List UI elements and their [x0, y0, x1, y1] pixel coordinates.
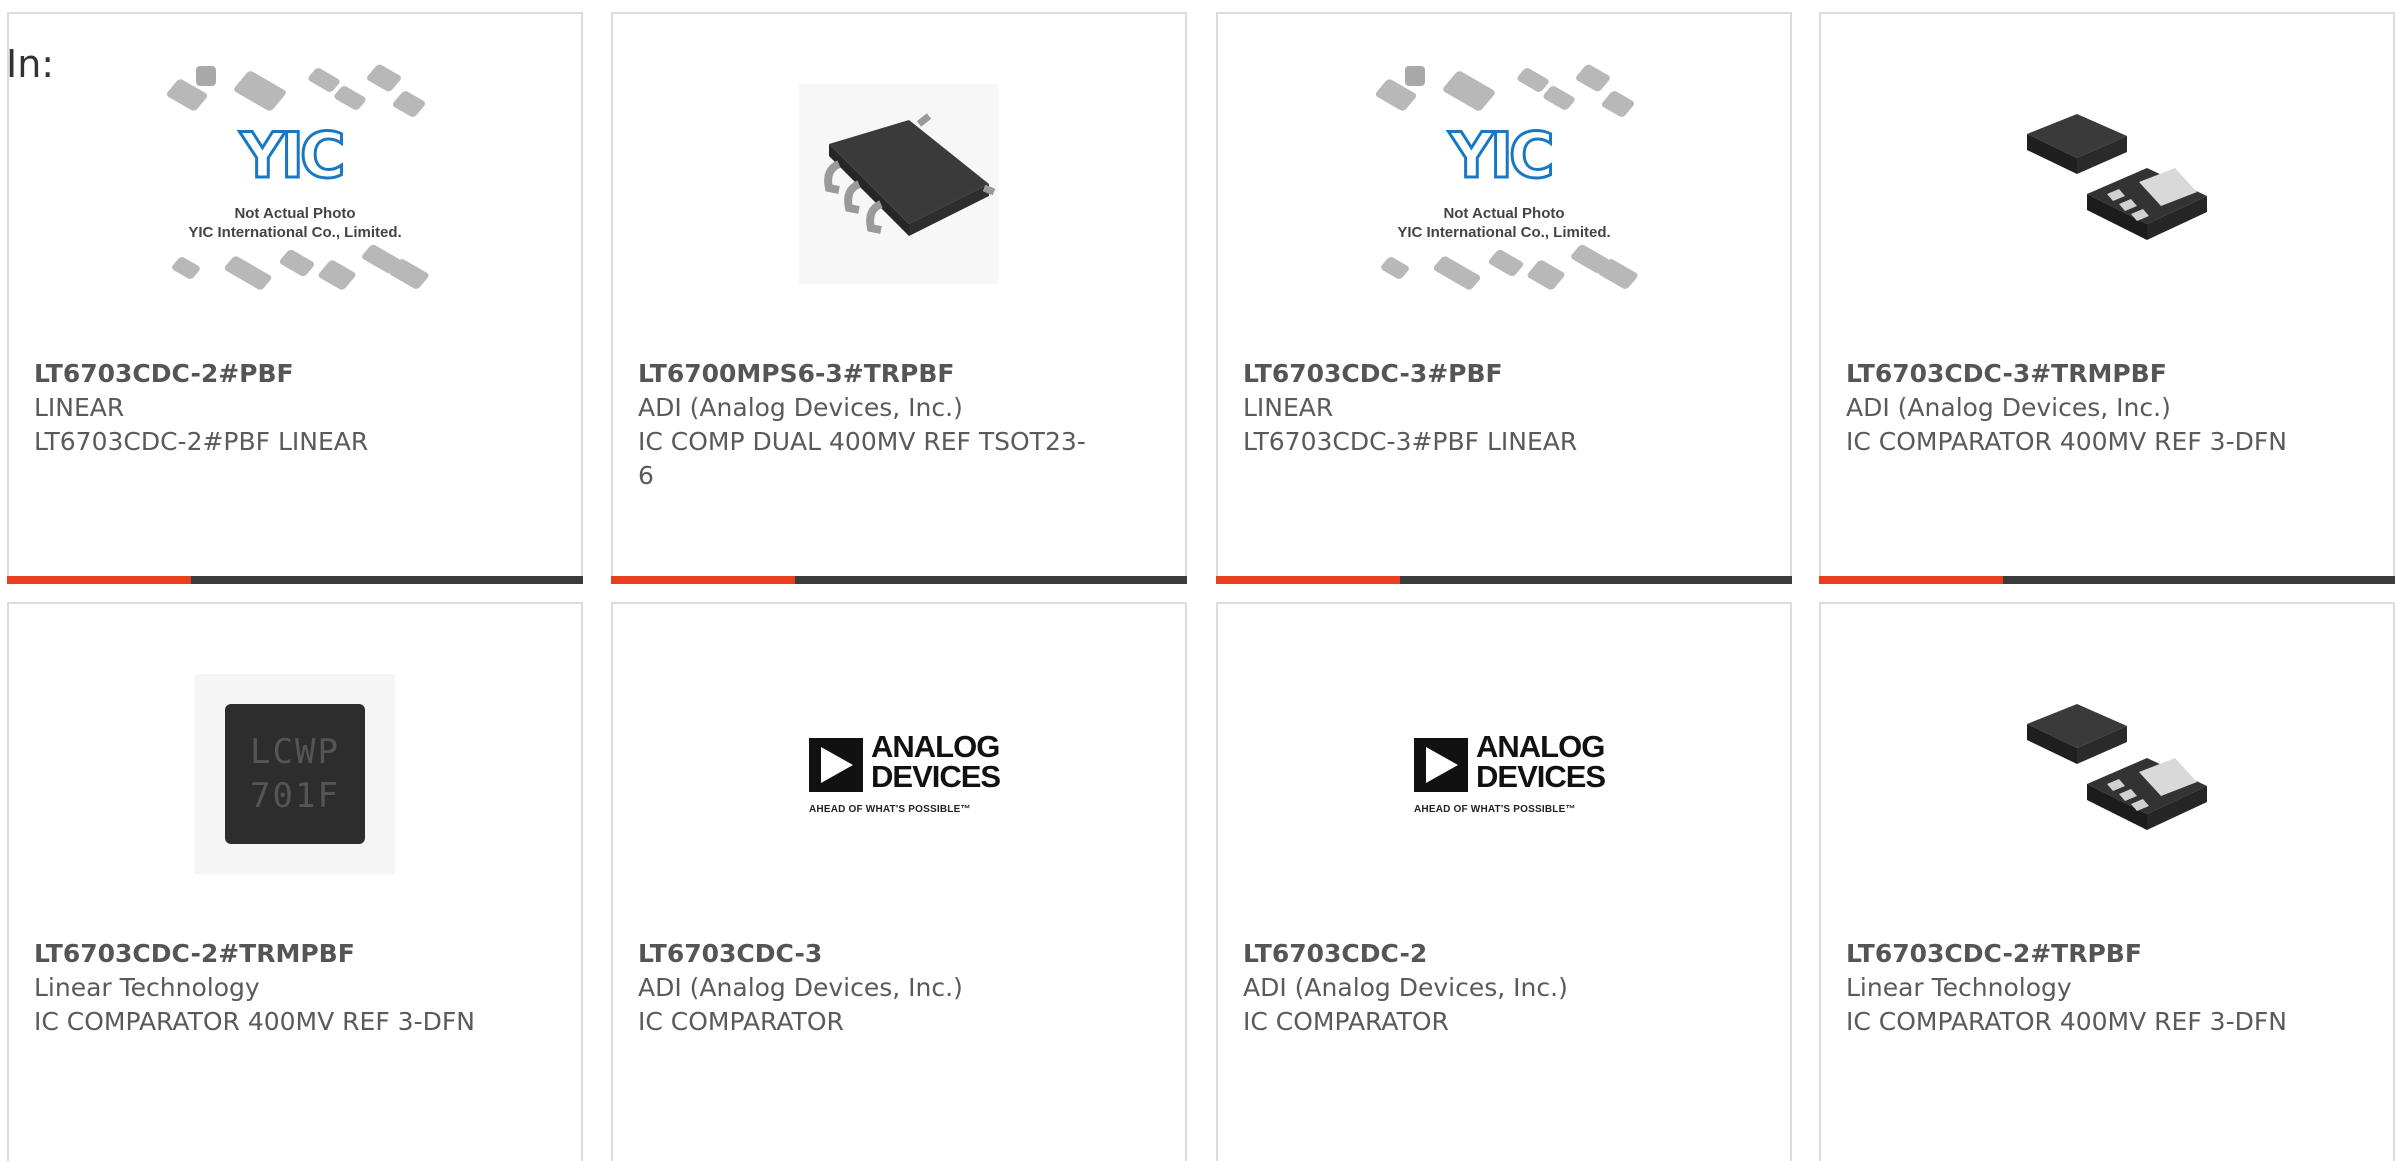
- manufacturer: ADI (Analog Devices, Inc.): [1846, 393, 2171, 422]
- analog-devices-logo: ANALOG DEVICES AHEAD OF WHAT'S POSSIBLE™: [809, 729, 1001, 815]
- product-grid-page: In: YIC Not Actual Photo YIC Internation…: [0, 0, 2400, 1161]
- manufacturer: Linear Technology: [1846, 973, 2072, 1002]
- description: IC COMP DUAL 400MV REF TSOT23-6: [638, 427, 1086, 490]
- manufacturer: ADI (Analog Devices, Inc.): [638, 393, 963, 422]
- product-image[interactable]: LCWP 701F: [9, 674, 581, 874]
- in-label: In:: [6, 42, 55, 86]
- part-number[interactable]: LT6703CDC-3: [638, 937, 1098, 971]
- adi-triangle-icon: [1414, 738, 1468, 792]
- accent-bar: [1216, 576, 1400, 584]
- product-card[interactable]: LT6703CDC-2#TRPBF Linear Technology IC C…: [1819, 602, 2395, 1161]
- product-image[interactable]: [1821, 674, 2393, 874]
- placeholder-caption: Not Actual Photo YIC International Co., …: [188, 205, 402, 241]
- product-info: LT6703CDC-3#PBF LINEAR LT6703CDC-3#PBF L…: [1243, 357, 1703, 459]
- adi-triangle-icon: [809, 738, 863, 792]
- product-info: LT6703CDC-3#TRMPBF ADI (Analog Devices, …: [1846, 357, 2306, 459]
- product-image[interactable]: ANALOG DEVICES AHEAD OF WHAT'S POSSIBLE™: [1218, 674, 1790, 874]
- product-card[interactable]: ANALOG DEVICES AHEAD OF WHAT'S POSSIBLE™…: [611, 602, 1187, 1161]
- description: IC COMPARATOR 400MV REF 3-DFN: [1846, 427, 2287, 456]
- description: LT6703CDC-2#PBF LINEAR: [34, 427, 369, 456]
- part-number[interactable]: LT6703CDC-2#TRMPBF: [34, 937, 494, 971]
- product-card[interactable]: ANALOG DEVICES AHEAD OF WHAT'S POSSIBLE™…: [1216, 602, 1792, 1161]
- manufacturer: LINEAR: [1243, 393, 1334, 422]
- product-card[interactable]: LT6700MPS6-3#TRPBF ADI (Analog Devices, …: [611, 12, 1187, 584]
- card-bottom-bar: [1216, 576, 1792, 584]
- chip-marking-image: LCWP 701F: [195, 674, 395, 874]
- manufacturer: Linear Technology: [34, 973, 260, 1002]
- product-info: LT6703CDC-2#TRPBF Linear Technology IC C…: [1846, 937, 2306, 1039]
- dfn-package-icon: [2027, 114, 2207, 240]
- sot23-package-icon: [824, 113, 996, 236]
- part-number[interactable]: LT6703CDC-2#TRPBF: [1846, 937, 2306, 971]
- card-bottom-bar: [611, 576, 1187, 584]
- dfn-package-image: [2007, 84, 2207, 284]
- card-bottom-bar: [1819, 576, 2395, 584]
- part-number[interactable]: LT6703CDC-3#TRMPBF: [1846, 357, 2306, 391]
- product-image[interactable]: YIC Not Actual Photo YIC International C…: [1218, 63, 1790, 292]
- product-info: LT6703CDC-3 ADI (Analog Devices, Inc.) I…: [638, 937, 1098, 1039]
- placeholder-caption: Not Actual Photo YIC International Co., …: [1397, 205, 1611, 241]
- product-card[interactable]: LT6703CDC-3#TRMPBF ADI (Analog Devices, …: [1819, 12, 2395, 584]
- product-info: LT6703CDC-2#PBF LINEAR LT6703CDC-2#PBF L…: [34, 357, 494, 459]
- analog-devices-logo: ANALOG DEVICES AHEAD OF WHAT'S POSSIBLE™: [1414, 729, 1606, 815]
- product-info: LT6703CDC-2#TRMPBF Linear Technology IC …: [34, 937, 494, 1039]
- dfn-package-icon: [2027, 704, 2207, 830]
- part-number[interactable]: LT6703CDC-3#PBF: [1243, 357, 1703, 391]
- dfn-package-image: [2007, 674, 2207, 874]
- description: IC COMPARATOR 400MV REF 3-DFN: [34, 1007, 475, 1036]
- product-card[interactable]: LCWP 701F LT6703CDC-2#TRMPBF Linear Tech…: [7, 602, 583, 1161]
- manufacturer: LINEAR: [34, 393, 125, 422]
- card-bottom-bar: [7, 576, 583, 584]
- description: IC COMPARATOR 400MV REF 3-DFN: [1846, 1007, 2287, 1036]
- part-number[interactable]: LT6703CDC-2: [1243, 937, 1703, 971]
- chip-die: LCWP 701F: [225, 704, 365, 844]
- product-image[interactable]: YIC Not Actual Photo YIC International C…: [9, 63, 581, 292]
- yic-placeholder-image: YIC Not Actual Photo YIC International C…: [160, 63, 431, 304]
- accent-bar: [1819, 576, 2003, 584]
- manufacturer: ADI (Analog Devices, Inc.): [1243, 973, 1568, 1002]
- accent-bar: [611, 576, 795, 584]
- yic-placeholder-image: YIC Not Actual Photo YIC International C…: [1369, 63, 1640, 304]
- description: IC COMPARATOR: [638, 1007, 844, 1036]
- description: LT6703CDC-3#PBF LINEAR: [1243, 427, 1578, 456]
- part-number[interactable]: LT6703CDC-2#PBF: [34, 357, 494, 391]
- yic-logo: YIC: [1447, 118, 1556, 194]
- product-card[interactable]: YIC Not Actual Photo YIC International C…: [7, 12, 583, 584]
- product-info: LT6703CDC-2 ADI (Analog Devices, Inc.) I…: [1243, 937, 1703, 1039]
- product-card[interactable]: YIC Not Actual Photo YIC International C…: [1216, 12, 1792, 584]
- description: IC COMPARATOR: [1243, 1007, 1449, 1036]
- product-info: LT6700MPS6-3#TRPBF ADI (Analog Devices, …: [638, 357, 1098, 493]
- yic-logo: YIC: [238, 118, 347, 194]
- product-image[interactable]: [1821, 84, 2393, 284]
- sot23-package-image: [799, 84, 999, 284]
- product-image[interactable]: ANALOG DEVICES AHEAD OF WHAT'S POSSIBLE™: [613, 674, 1185, 874]
- manufacturer: ADI (Analog Devices, Inc.): [638, 973, 963, 1002]
- accent-bar: [7, 576, 191, 584]
- part-number[interactable]: LT6700MPS6-3#TRPBF: [638, 357, 1098, 391]
- product-image[interactable]: [613, 84, 1185, 284]
